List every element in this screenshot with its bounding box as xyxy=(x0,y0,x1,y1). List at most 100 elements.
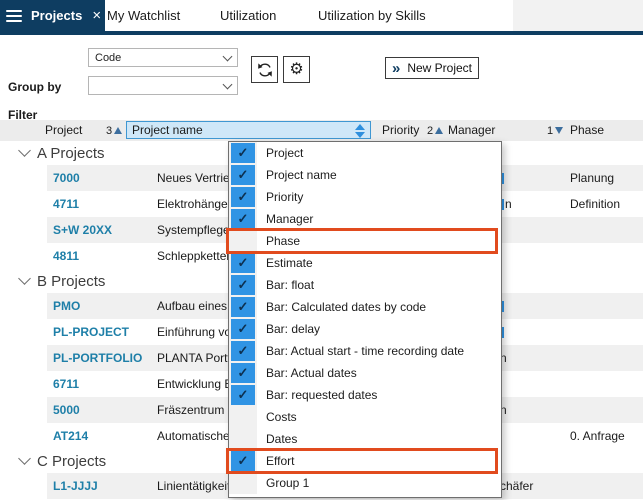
checkbox-gutter[interactable]: ✓ xyxy=(229,362,257,384)
gear-icon: ⚙ xyxy=(289,62,303,78)
settings-button[interactable]: ⚙ xyxy=(283,56,310,83)
column-menu-item-label: Group 1 xyxy=(266,476,309,490)
checkmark-icon[interactable]: ✓ xyxy=(231,297,255,317)
checkbox-gutter[interactable]: ✓ xyxy=(229,274,257,296)
column-header-project[interactable]: Project xyxy=(45,120,82,141)
project-code-link[interactable]: PL-PORTFOLIO xyxy=(47,351,151,365)
checkbox-gutter[interactable]: ✓ xyxy=(229,318,257,340)
project-code-link[interactable]: L1-JJJJ xyxy=(47,479,151,493)
group-label: C Projects xyxy=(37,453,106,470)
toolbar: Group by Code Filter ⚙ » New Project xyxy=(0,35,643,120)
tab-utilization-by-skills[interactable]: Utilization by Skills xyxy=(318,0,426,31)
column-menu-item[interactable]: ✓ Bar: Actual dates xyxy=(229,362,501,384)
checkbox-gutter[interactable] xyxy=(229,472,257,494)
filter-select[interactable] xyxy=(88,76,238,95)
sort-badge-priority: 2 xyxy=(427,120,443,141)
checkbox-gutter[interactable]: ✓ xyxy=(229,384,257,406)
project-code-link[interactable]: 7000 xyxy=(47,171,151,185)
tab-projects[interactable]: Projects × xyxy=(0,0,105,31)
group-expand-chevron-icon[interactable] xyxy=(18,144,31,157)
sort-order-number: 1 xyxy=(547,125,553,137)
project-code-link[interactable]: 5000 xyxy=(47,403,151,417)
checkmark-icon[interactable]: ✓ xyxy=(231,165,255,185)
checkmark-icon[interactable]: ✓ xyxy=(231,275,255,295)
column-menu-item[interactable]: Dates xyxy=(229,428,501,450)
column-menu-item-label: Phase xyxy=(266,234,300,248)
checkbox-gutter[interactable]: ✓ xyxy=(229,252,257,274)
phase-cell: Planung xyxy=(568,171,643,185)
tab-my-watchlist[interactable]: My Watchlist xyxy=(107,0,180,31)
column-header-manager[interactable]: Manager xyxy=(448,120,495,141)
column-header-project-name[interactable]: Project name xyxy=(126,121,371,139)
column-menu-item[interactable]: ✓Project name xyxy=(229,164,501,186)
project-code-link[interactable]: AT214 xyxy=(47,429,151,443)
project-code-link[interactable]: 6711 xyxy=(47,377,151,391)
tab-label: Utilization xyxy=(220,8,276,23)
column-menu-item[interactable]: ✓ Bar: float xyxy=(229,274,501,296)
checkbox-gutter[interactable] xyxy=(229,428,257,450)
column-menu-item[interactable]: ✓ Priority xyxy=(229,186,501,208)
column-menu-item[interactable]: ✓Bar: requested dates xyxy=(229,384,501,406)
group-by-select[interactable]: Code xyxy=(88,48,238,67)
checkbox-gutter[interactable]: ✓ xyxy=(229,450,257,472)
sort-asc-icon xyxy=(114,127,122,134)
group-by-value: Code xyxy=(95,52,121,64)
checkbox-gutter[interactable]: ✓ xyxy=(229,208,257,230)
checkbox-gutter[interactable]: ✓ xyxy=(229,296,257,318)
tab-label: Utilization by Skills xyxy=(318,8,426,23)
checkmark-icon[interactable]: ✓ xyxy=(231,451,255,471)
column-menu-item-label: Costs xyxy=(266,410,297,424)
column-menu-item[interactable]: ✓Estimate xyxy=(229,252,501,274)
checkmark-icon[interactable]: ✓ xyxy=(231,143,255,163)
checkbox-gutter[interactable]: ✓ xyxy=(229,164,257,186)
project-code-link[interactable]: PMO xyxy=(47,299,151,313)
column-menu-item[interactable]: ✓Bar: Calculated dates by code xyxy=(229,296,501,318)
column-menu-item[interactable]: Phase xyxy=(229,230,501,252)
column-menu-item-label: Priority xyxy=(266,190,303,204)
column-menu-item[interactable]: ✓Project xyxy=(229,142,501,164)
column-menu-item[interactable]: Group 1 xyxy=(229,472,501,494)
column-menu-item[interactable]: ✓Bar: Actual start - time recording date xyxy=(229,340,501,362)
tab-utilization[interactable]: Utilization xyxy=(220,0,276,31)
column-menu-item[interactable]: ✓Bar: delay xyxy=(229,318,501,340)
checkmark-icon[interactable]: ✓ xyxy=(231,341,255,361)
sort-both-icon[interactable] xyxy=(355,124,365,138)
column-menu-item[interactable]: Costs xyxy=(229,406,501,428)
project-code-link[interactable]: 4811 xyxy=(47,249,151,263)
chevron-down-icon xyxy=(223,51,233,61)
checkmark-icon[interactable]: ✓ xyxy=(231,385,255,405)
new-project-button[interactable]: » New Project xyxy=(385,57,479,79)
checkmark-icon[interactable]: ✓ xyxy=(231,319,255,339)
hamburger-menu-icon[interactable] xyxy=(6,10,22,22)
checkbox-gutter[interactable]: ✓ xyxy=(229,142,257,164)
checkmark-icon[interactable]: ✓ xyxy=(231,253,255,273)
checkbox-gutter[interactable]: ✓ xyxy=(229,340,257,362)
group-expand-chevron-icon[interactable] xyxy=(18,452,31,465)
checkbox-gutter[interactable] xyxy=(229,406,257,428)
column-header-label: Project name xyxy=(127,123,203,137)
column-header-priority[interactable]: Priority xyxy=(382,120,419,141)
group-expand-chevron-icon[interactable] xyxy=(18,272,31,285)
project-code-link[interactable]: PL-PROJECT xyxy=(47,325,151,339)
sort-desc-icon xyxy=(555,127,563,134)
column-menu-item-label: Bar: float xyxy=(266,278,314,292)
checkbox-gutter[interactable] xyxy=(229,230,257,252)
column-menu-item-label: Manager xyxy=(266,212,313,226)
column-menu-item[interactable]: ✓Effort xyxy=(229,450,501,472)
project-code-link[interactable]: S+W 20XX xyxy=(47,223,151,237)
column-header-phase[interactable]: Phase xyxy=(570,120,604,141)
project-code-link[interactable]: 4711 xyxy=(47,197,151,211)
phase-cell: 0. Anfrage xyxy=(568,429,643,443)
new-project-label: New Project xyxy=(407,61,472,75)
checkmark-icon[interactable]: ✓ xyxy=(231,187,255,207)
column-menu-item-label: Bar: Actual dates xyxy=(266,366,357,380)
checkbox-gutter[interactable]: ✓ xyxy=(229,186,257,208)
sort-order-number: 2 xyxy=(427,125,433,137)
checkmark-icon[interactable]: ✓ xyxy=(231,209,255,229)
refresh-button[interactable] xyxy=(251,56,278,83)
tab-strip-empty-area xyxy=(513,0,643,31)
checkmark-icon[interactable]: ✓ xyxy=(231,363,255,383)
close-tab-icon[interactable]: × xyxy=(92,8,101,23)
column-menu-item[interactable]: ✓ Manager xyxy=(229,208,501,230)
manager-text-fragment: chäfer xyxy=(500,479,533,493)
